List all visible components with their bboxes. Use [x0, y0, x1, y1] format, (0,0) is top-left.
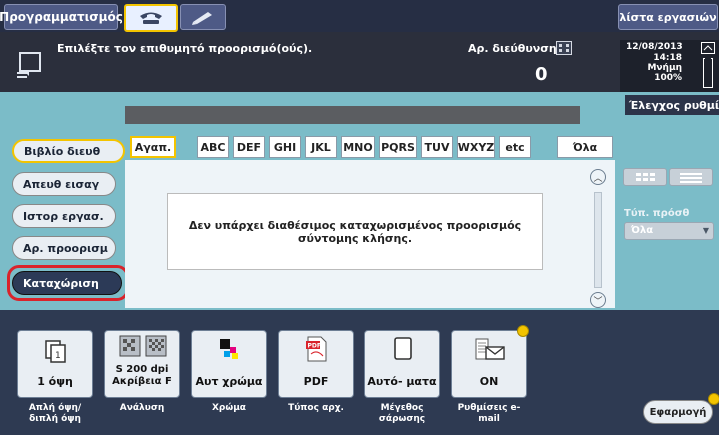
email-settings-icon — [475, 338, 505, 360]
apply-button[interactable]: Εφαρμογή — [643, 400, 713, 424]
filter-select[interactable]: Όλα ▼ — [624, 222, 714, 240]
destination-icon — [17, 52, 41, 78]
apply-indicator — [708, 393, 719, 405]
fax-tab[interactable] — [124, 4, 178, 32]
scan-tab[interactable] — [180, 4, 226, 30]
tab-mno[interactable]: MNO — [341, 136, 375, 158]
color-button[interactable]: Αυτ χρώμα — [191, 330, 267, 398]
grid-view-icon — [636, 173, 655, 181]
page-size-icon — [394, 337, 412, 360]
email-settings-button[interactable]: ON — [451, 330, 527, 398]
job-history-button[interactable]: Ιστορ εργασ. — [12, 204, 116, 228]
memory-label: Μνήμη — [647, 63, 682, 73]
job-list-tab[interactable]: λίστα εργασιών — [618, 4, 718, 30]
tab-wxyz[interactable]: WXYZ — [457, 136, 495, 158]
time-text: 14:18 — [653, 53, 682, 63]
scroll-up-icon[interactable]: ︿ — [590, 169, 606, 185]
duplex-icon: 1 — [45, 340, 66, 363]
duplex-value: 1 όψη — [37, 375, 73, 388]
scan-size-label: Μέγεθος σάρωσης — [378, 403, 426, 424]
status-bar — [0, 32, 719, 92]
destination-strip — [125, 106, 580, 124]
mfp-screen: Προγραμματισμός λίστα εργασιών Επιλέξτε … — [0, 0, 719, 435]
resolution-value: S 200 dpi Ακρίβεια F — [112, 364, 172, 387]
scan-size-button[interactable]: Αυτό- ματα — [364, 330, 440, 398]
direct-input-button[interactable]: Απευθ εισαγ — [12, 172, 116, 196]
color-icon — [220, 339, 238, 359]
index-tabs: Αγαπ. ABC DEF GHI JKL MNO PQRS TUV WXYZ … — [125, 136, 615, 160]
color-value: Αυτ χρώμα — [195, 375, 263, 388]
tab-jkl[interactable]: JKL — [305, 136, 337, 158]
tab-all[interactable]: Όλα — [557, 136, 613, 158]
grid-view-toggle[interactable] — [623, 168, 667, 186]
file-type-button[interactable]: PDF PDF — [278, 330, 354, 398]
keypad-icon[interactable] — [556, 41, 572, 55]
instruction-text: Επιλέξτε τον επιθυμητό προορισμό(ούς). — [57, 42, 313, 55]
chevron-down-icon: ▼ — [702, 226, 709, 235]
scrollbar-track[interactable] — [594, 192, 602, 288]
tab-abc[interactable]: ABC — [197, 136, 229, 158]
svg-text:PDF: PDF — [308, 343, 321, 350]
tab-tuv[interactable]: TUV — [421, 136, 453, 158]
email-settings-label: Ρυθμίσεις e-mail — [457, 403, 521, 424]
resolution-label: Ανάλυση — [119, 403, 165, 413]
address-number-label: Αρ. διεύθυνση — [468, 42, 557, 55]
resolution-button[interactable]: S 200 dpi Ακρίβεια F — [104, 330, 180, 398]
programming-tab[interactable]: Προγραμματισμός — [0, 4, 123, 30]
list-view-toggle[interactable] — [669, 168, 713, 186]
resolution-icon — [119, 335, 167, 357]
file-type-value: PDF — [303, 375, 329, 388]
setting-changed-indicator — [517, 325, 529, 337]
check-settings-button[interactable]: Έλεγχος ρυθμίσεων — [625, 95, 719, 115]
svg-text:1: 1 — [55, 351, 61, 361]
file-type-label: Τύπος αρχ. — [288, 403, 344, 413]
pdf-icon: PDF — [306, 336, 327, 362]
filter-value: Όλα — [631, 225, 654, 236]
filter-label: Τύπ. πρόσθ — [624, 208, 690, 219]
address-book-button[interactable]: Βιβλίο διευθ — [12, 139, 125, 163]
register-button[interactable]: Καταχώριση — [12, 271, 122, 295]
memory-gauge — [703, 58, 713, 88]
tab-def[interactable]: DEF — [233, 136, 265, 158]
pen-icon — [192, 12, 212, 25]
email-settings-value: ON — [479, 375, 499, 388]
search-destination-button[interactable]: Αρ. προορισμ — [12, 236, 116, 260]
list-view-icon — [680, 173, 702, 183]
status-icon — [701, 42, 715, 54]
scroll-down-icon[interactable]: ﹀ — [590, 292, 606, 308]
date-text: 12/08/2013 — [626, 42, 683, 52]
tab-etc[interactable]: etc — [499, 136, 531, 158]
scan-size-value: Αυτό- ματα — [367, 375, 437, 388]
duplex-button[interactable]: 1 1 όψη — [17, 330, 93, 398]
duplex-label: Απλή όψη/ διπλή όψη — [28, 403, 82, 424]
phone-icon — [140, 12, 162, 24]
memory-value: 100% — [654, 73, 682, 83]
color-label: Χρώμα — [211, 403, 246, 413]
tab-ghi[interactable]: GHI — [269, 136, 301, 158]
tab-favorites[interactable]: Αγαπ. — [130, 136, 176, 158]
empty-message: Δεν υπάρχει διαθέσιμος καταχωρισμένος πρ… — [167, 193, 543, 270]
tab-pqrs[interactable]: PQRS — [379, 136, 417, 158]
destination-count: 0 — [535, 64, 548, 85]
